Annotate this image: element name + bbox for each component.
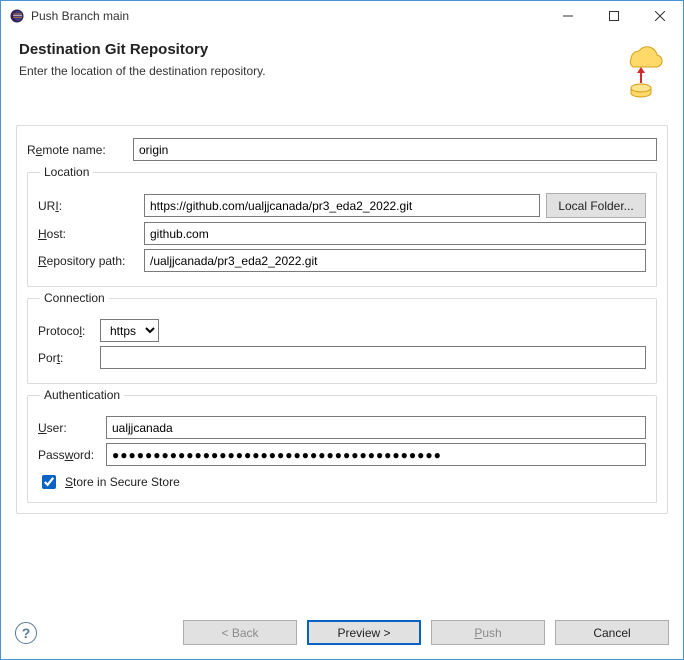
password-label: Password: (38, 448, 100, 462)
user-label: User: (38, 421, 100, 435)
password-input[interactable] (106, 443, 646, 466)
preview-button[interactable]: Preview > (307, 620, 421, 645)
uri-row: URI: Local Folder... (38, 193, 646, 218)
password-row: Password: (38, 443, 646, 466)
location-group: Location URI: Local Folder... Host: Repo… (27, 165, 657, 287)
help-icon[interactable]: ? (15, 622, 37, 644)
store-secure-row: Store in Secure Store (38, 472, 646, 492)
main-panel: Remote name: Location URI: Local Folder.… (16, 125, 668, 514)
wizard-footer: ? < Back Preview > Push Cancel (1, 610, 683, 659)
repo-path-input[interactable] (144, 249, 646, 272)
host-label: Host: (38, 227, 138, 241)
port-input[interactable] (100, 346, 646, 369)
user-row: User: (38, 416, 646, 439)
back-button[interactable]: < Back (183, 620, 297, 645)
store-secure-label: Store in Secure Store (65, 475, 180, 489)
remote-name-input[interactable] (133, 138, 657, 161)
push-button[interactable]: Push (431, 620, 545, 645)
maximize-button[interactable] (591, 1, 637, 31)
window-title: Push Branch main (31, 9, 545, 23)
authentication-group: Authentication User: Password: Store in … (27, 388, 657, 503)
wizard-header: Destination Git Repository Enter the loc… (1, 31, 683, 116)
repo-path-label: Repository path: (38, 254, 138, 268)
location-legend: Location (40, 165, 93, 179)
wizard-window: Push Branch main Destination Git Reposit… (0, 0, 684, 660)
connection-group: Connection Protocol: https Port: (27, 291, 657, 384)
remote-name-row: Remote name: (27, 138, 657, 161)
close-button[interactable] (637, 1, 683, 31)
eclipse-icon (9, 8, 25, 24)
protocol-select[interactable]: https (100, 319, 159, 342)
connection-legend: Connection (40, 291, 109, 305)
page-subtitle: Enter the location of the destination re… (19, 64, 617, 78)
host-input[interactable] (144, 222, 646, 245)
push-cloud-icon (617, 41, 665, 104)
authentication-legend: Authentication (40, 388, 124, 402)
uri-label: URI: (38, 199, 138, 213)
page-title: Destination Git Repository (19, 41, 617, 58)
protocol-label: Protocol: (38, 324, 94, 338)
protocol-row: Protocol: https (38, 319, 646, 342)
port-label: Port: (38, 351, 94, 365)
uri-input[interactable] (144, 194, 540, 217)
titlebar: Push Branch main (1, 1, 683, 31)
window-controls (545, 1, 683, 31)
minimize-button[interactable] (545, 1, 591, 31)
host-row: Host: (38, 222, 646, 245)
wizard-body: Remote name: Location URI: Local Folder.… (3, 116, 681, 610)
store-secure-checkbox[interactable] (42, 475, 56, 489)
port-row: Port: (38, 346, 646, 369)
local-folder-button[interactable]: Local Folder... (546, 193, 646, 218)
user-input[interactable] (106, 416, 646, 439)
cancel-button[interactable]: Cancel (555, 620, 669, 645)
remote-name-label: Remote name: (27, 143, 127, 157)
repo-path-row: Repository path: (38, 249, 646, 272)
